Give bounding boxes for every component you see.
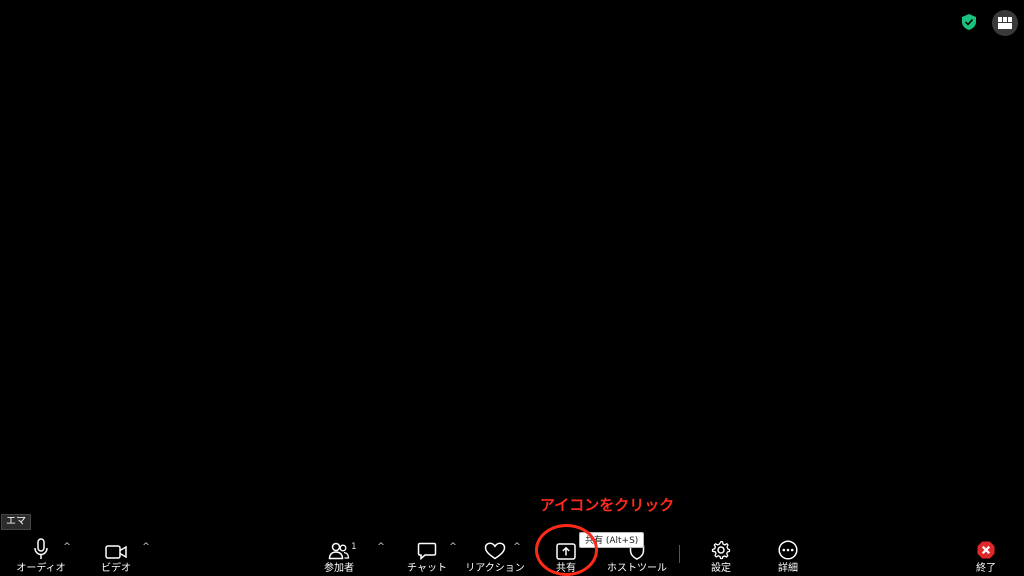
gear-icon <box>711 540 731 560</box>
settings-label: 設定 <box>711 563 731 574</box>
microphone-icon <box>34 538 48 559</box>
participants-count: 1 <box>351 542 357 552</box>
annotation-circle <box>535 524 598 576</box>
ellipsis-icon <box>778 540 798 560</box>
reactions-button[interactable]: リアクション <box>465 530 525 576</box>
security-shield-icon[interactable] <box>960 13 978 31</box>
reactions-options-caret[interactable]: ^ <box>512 542 522 552</box>
video-camera-icon <box>105 545 127 559</box>
chat-options-caret[interactable]: ^ <box>448 542 458 552</box>
participants-button[interactable]: 参加者 <box>318 530 360 576</box>
chat-label: チャット <box>407 563 447 574</box>
host-tools-label: ホストツール <box>607 563 667 574</box>
heart-icon <box>484 542 506 560</box>
end-meeting-button[interactable]: 終了 <box>970 530 1002 576</box>
settings-button[interactable]: 設定 <box>704 530 738 576</box>
video-options-caret[interactable]: ^ <box>141 542 151 552</box>
participants-icon <box>328 542 350 560</box>
annotation-text: アイコンをクリック <box>540 496 675 514</box>
more-label: 詳細 <box>778 563 798 574</box>
video-button[interactable]: ビデオ <box>96 530 136 576</box>
gallery-view-button[interactable] <box>992 10 1018 36</box>
video-label: ビデオ <box>101 563 131 574</box>
close-icon <box>977 541 995 559</box>
chat-bubble-icon <box>417 542 437 560</box>
reactions-label: リアクション <box>465 563 525 574</box>
chat-button[interactable]: チャット <box>404 530 450 576</box>
participants-options-caret[interactable]: ^ <box>376 542 386 552</box>
meeting-video-area: エマ アイコンをクリック オーディオ ^ ビデオ ^ 参加者 1 ^ チャット … <box>0 0 1024 576</box>
audio-label: オーディオ <box>16 563 66 574</box>
gallery-view-icon <box>998 17 1012 29</box>
audio-button[interactable]: オーディオ <box>16 530 66 576</box>
participant-name-tag: エマ <box>1 514 31 530</box>
toolbar-divider <box>679 545 680 563</box>
meeting-toolbar: オーディオ ^ ビデオ ^ 参加者 1 ^ チャット ^ リアクション ^ 共有… <box>0 530 1024 576</box>
audio-options-caret[interactable]: ^ <box>62 542 72 552</box>
participants-label: 参加者 <box>324 563 354 574</box>
more-button[interactable]: 詳細 <box>771 530 805 576</box>
end-label: 終了 <box>976 563 996 574</box>
